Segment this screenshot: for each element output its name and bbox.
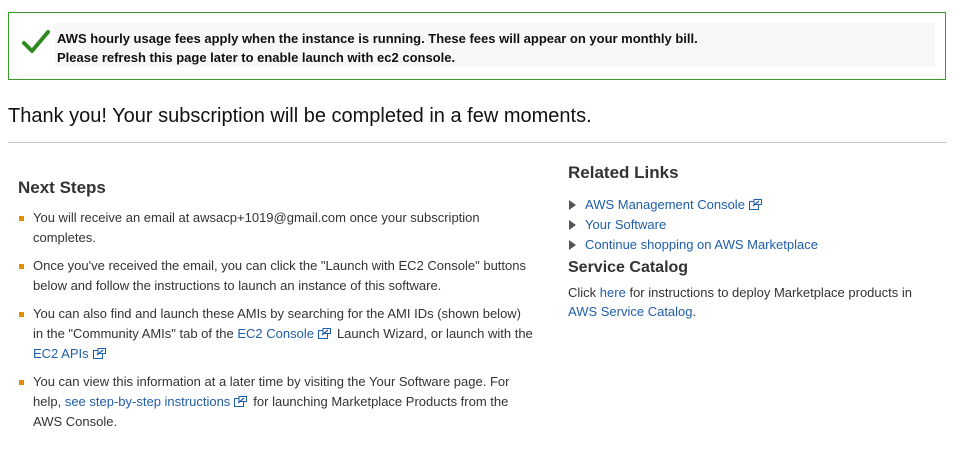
square-bullet-icon <box>19 380 24 385</box>
notice-line-fees: AWS hourly usage fees apply when the ins… <box>57 31 698 46</box>
ec2-console-link[interactable]: EC2 Console <box>237 326 314 341</box>
list-item: Continue shopping on AWS Marketplace <box>568 235 938 255</box>
external-link-icon <box>92 348 106 359</box>
thank-you-heading: Thank you! Your subscription will be com… <box>8 105 592 127</box>
aws-service-catalog-link[interactable]: AWS Service Catalog <box>568 304 693 319</box>
step-by-step-instructions-link[interactable]: see step-by-step instructions <box>65 394 230 409</box>
triangle-right-icon <box>569 240 576 250</box>
triangle-right-icon <box>569 220 576 230</box>
aws-management-console-link[interactable]: AWS Management Console <box>585 197 745 212</box>
notice-line-refresh: Please refresh this page later to enable… <box>57 50 456 65</box>
list-item: Your Software <box>568 215 938 235</box>
list-item: You can also find and launch these AMIs … <box>18 304 533 364</box>
your-software-link[interactable]: Your Software <box>585 217 666 232</box>
triangle-right-icon <box>569 200 576 210</box>
checkmark-icon <box>22 30 50 53</box>
external-link-icon <box>317 328 331 339</box>
square-bullet-icon <box>19 216 24 221</box>
catalog-text: . <box>692 304 697 319</box>
ec2-apis-link[interactable]: EC2 APIs <box>33 346 89 361</box>
related-links-list: AWS Management Console Your Software Con… <box>568 195 938 255</box>
here-link[interactable]: here <box>600 285 626 300</box>
service-catalog-text: Click here for instructions to deploy Ma… <box>568 283 938 321</box>
service-catalog-title: Service Catalog <box>568 259 689 276</box>
continue-shopping-link[interactable]: Continue shopping on AWS Marketplace <box>585 237 818 252</box>
external-link-icon <box>234 396 248 407</box>
square-bullet-icon <box>19 312 24 317</box>
list-item: Once you've received the email, you can … <box>18 256 533 296</box>
external-link-icon <box>748 199 762 210</box>
list-item: You can view this information at a later… <box>18 372 533 432</box>
step-text: You will receive an email at awsacp+1019… <box>33 210 480 245</box>
catalog-text: Click <box>568 285 597 300</box>
list-item: You will receive an email at awsacp+1019… <box>18 208 533 248</box>
square-bullet-icon <box>19 264 24 269</box>
step-text: Once you've received the email, you can … <box>33 258 526 293</box>
catalog-text: for instructions to deploy Marketplace p… <box>629 285 912 300</box>
next-steps-list: You will receive an email at awsacp+1019… <box>18 208 533 440</box>
step-text: Launch Wizard, or launch with the <box>336 326 533 341</box>
next-steps-title: Next Steps <box>18 178 106 197</box>
divider <box>8 142 947 143</box>
related-links-title: Related Links <box>568 163 679 182</box>
list-item: AWS Management Console <box>568 195 938 215</box>
success-notice: AWS hourly usage fees apply when the ins… <box>8 12 946 80</box>
